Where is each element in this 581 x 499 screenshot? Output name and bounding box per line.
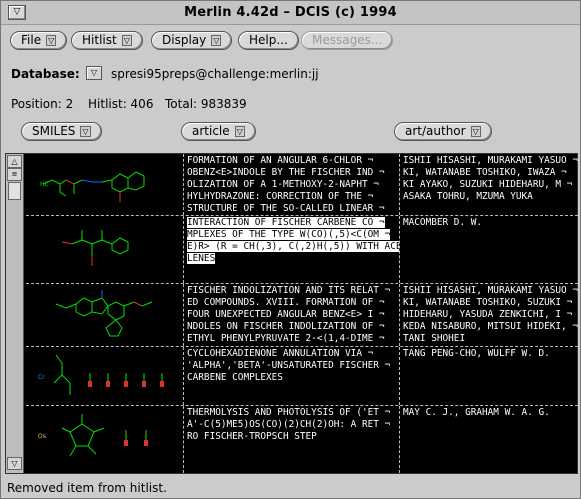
help-button[interactable]: Help...: [238, 31, 299, 50]
svg-text:Os: Os: [38, 433, 46, 440]
structure-cell: [26, 284, 184, 346]
file-menu-button[interactable]: File ▽: [10, 31, 68, 50]
hitlist-count: Hitlist: 406: [88, 97, 154, 111]
database-value: spresi95preps@challenge:merlin:jj: [111, 67, 319, 81]
column-smiles-button[interactable]: SMILES ▽: [21, 122, 102, 141]
structure-cell: Os: [26, 406, 184, 473]
molecule-structure: HC: [40, 171, 145, 202]
main-window: ▽ Merlin 4.42d – DCIS (c) 1994 File ▽ Hit…: [0, 0, 581, 499]
article-cell: THERMOLYSIS AND PHOTOLYSIS OF ('ET ¬ A'-…: [184, 406, 400, 473]
database-label: Database:: [11, 67, 80, 81]
scroll-down-icon[interactable]: ▽: [7, 457, 22, 470]
structure-cell: [26, 216, 184, 283]
vertical-scrollbar[interactable]: △ ≡ ▽: [6, 154, 24, 473]
article-text: CYCLOHEXADIENONE ANNULATION VIA ¬ 'ALPHA…: [187, 348, 391, 383]
article-cell: INTERACTION OF FISCHER CARBENE CO ¬ MPLE…: [184, 216, 400, 283]
title-bar: ▽ Merlin 4.42d – DCIS (c) 1994: [1, 1, 580, 25]
article-cell: CYCLOHEXADIENONE ANNULATION VIA ¬ 'ALPHA…: [184, 347, 400, 405]
scroll-top-icon[interactable]: ≡: [7, 168, 22, 181]
column-article-label: article: [192, 124, 230, 138]
article-text: FORMATION OF AN ANGULAR 6-CHLOR ¬ OBENZ<…: [187, 155, 385, 214]
table-row[interactable]: FISCHER INDOLIZATION AND ITS RELAT ¬ ED …: [26, 284, 578, 347]
column-article-button[interactable]: article ▽: [181, 122, 256, 141]
author-text: MACOMBER D. W.: [403, 217, 483, 228]
svg-text:Cr: Cr: [38, 374, 45, 381]
scroll-thumb[interactable]: [8, 182, 21, 200]
messages-button: Messages...: [301, 31, 394, 50]
hitlist-menu-button[interactable]: Hitlist ▽: [71, 31, 143, 50]
article-cell: FISCHER INDOLIZATION AND ITS RELAT ¬ ED …: [184, 284, 400, 346]
display-menu-label: Display: [162, 33, 207, 47]
structure-cell: Cr: [26, 347, 184, 405]
molecule-structure: [55, 290, 153, 337]
author-text: MAY C. J., GRAHAM W. A. G.: [403, 407, 550, 418]
hitlist-menu-label: Hitlist: [82, 33, 117, 47]
table-row[interactable]: Os THERMOLYSIS AND PHOTOLYSIS OF ('ET ¬ …: [26, 406, 578, 473]
chevron-down-icon: ▽: [470, 126, 481, 137]
help-label: Help...: [249, 33, 288, 47]
author-cell: MACOMBER D. W.: [400, 216, 578, 283]
article-text: FISCHER INDOLIZATION AND ITS RELAT ¬ ED …: [187, 285, 391, 344]
molecule-structure: Cr: [38, 354, 164, 395]
database-dropdown[interactable]: ▽: [86, 66, 102, 80]
column-author-button[interactable]: art/author ▽: [394, 122, 492, 141]
position-text: Position: 2: [11, 97, 74, 111]
molecule-structure: [61, 230, 129, 266]
table-row[interactable]: HC FORMATION OF AN ANGULAR 6-CHLOR ¬ OBE…: [26, 154, 578, 216]
article-text: THERMOLYSIS AND PHOTOLYSIS OF ('ET ¬ A'-…: [187, 407, 391, 442]
molecule-structure: Os: [38, 414, 148, 457]
author-cell: ISHII HISASHI, MURAKAMI YASUO ¬ KI, WATA…: [400, 284, 578, 346]
total-count: Total: 983839: [165, 97, 247, 111]
author-cell: ISHII HISASHI, MURAKAMI YASUO ¬ KI, WATA…: [400, 154, 578, 215]
chevron-down-icon: ▽: [234, 126, 245, 137]
author-cell: TANG PENG-CHO, WULFF W. D.: [400, 347, 578, 405]
author-text: ISHII HISASHI, MURAKAMI YASUO ¬ KI, WATA…: [403, 285, 578, 344]
messages-label: Messages...: [312, 33, 383, 47]
table-row[interactable]: Cr CYCLOHEXADIENONE ANNULATION VIA ¬ 'AL…: [26, 347, 578, 406]
window-menu-button[interactable]: ▽: [8, 5, 26, 20]
column-author-label: art/author: [405, 124, 466, 138]
hitlist-grid: △ ≡ ▽ HC FORMATION OF AN ANGULAR 6-CHLOR…: [5, 153, 578, 474]
article-cell: FORMATION OF AN ANGULAR 6-CHLOR ¬ OBENZ<…: [184, 154, 400, 215]
scroll-up-icon[interactable]: △: [7, 155, 22, 168]
window-title: Merlin 4.42d – DCIS (c) 1994: [184, 5, 397, 20]
author-text: TANG PENG-CHO, WULFF W. D.: [403, 348, 550, 359]
article-text: INTERACTION OF FISCHER CARBENE CO ¬ MPLE…: [187, 217, 399, 264]
structure-cell: HC: [26, 154, 184, 215]
chevron-down-icon: ▽: [121, 35, 132, 46]
svg-text:HC: HC: [40, 181, 49, 188]
status-bar-text: Removed item from hitlist.: [7, 481, 167, 495]
file-menu-label: File: [21, 33, 42, 47]
chevron-down-icon: ▽: [46, 35, 57, 46]
table-row[interactable]: INTERACTION OF FISCHER CARBENE CO ¬ MPLE…: [26, 216, 578, 284]
column-smiles-label: SMILES: [32, 124, 76, 138]
author-cell: MAY C. J., GRAHAM W. A. G.: [400, 406, 578, 473]
chevron-down-icon: ▽: [211, 35, 222, 46]
chevron-down-icon: ▽: [80, 126, 91, 137]
author-text: ISHII HISASHI, MURAKAMI YASUO ¬ KI, WATA…: [403, 155, 578, 202]
display-menu-button[interactable]: Display ▽: [151, 31, 233, 50]
